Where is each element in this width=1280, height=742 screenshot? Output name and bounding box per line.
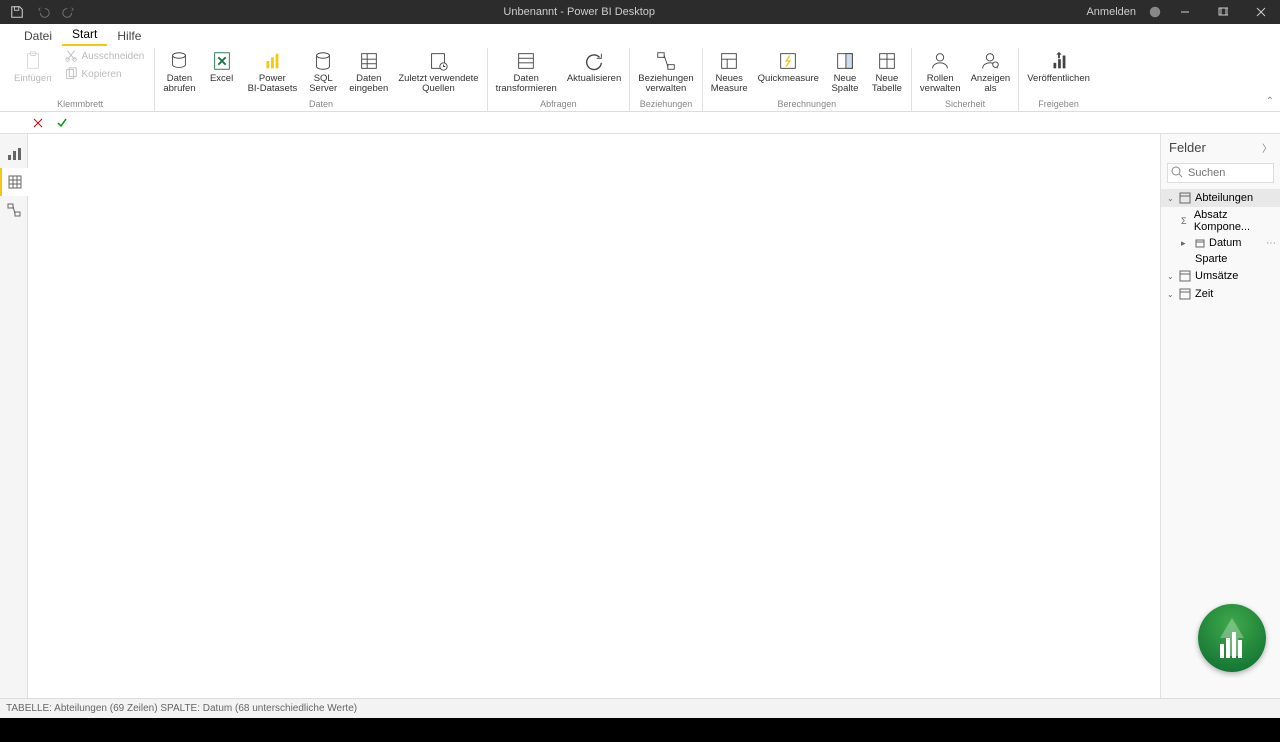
fields-title: Felder <box>1169 140 1206 155</box>
view-as-button[interactable]: Anzeigen als <box>969 48 1013 95</box>
excel-icon <box>211 50 233 72</box>
enter-data-icon <box>358 50 380 72</box>
quickmeasure-icon <box>777 50 799 72</box>
table-icon <box>1179 270 1191 282</box>
refresh-button[interactable]: Aktualisieren <box>565 48 623 84</box>
manage-relationships-button[interactable]: Beziehungen verwalten <box>636 48 695 95</box>
excel-button[interactable]: Excel <box>204 48 240 84</box>
model-view-button[interactable] <box>0 196 28 224</box>
formula-bar <box>0 112 1280 134</box>
titlebar: Unbenannt - Power BI Desktop Anmelden <box>0 0 1280 24</box>
pbi-dataset-icon <box>261 50 283 72</box>
manage-roles-button[interactable]: Rollen verwalten <box>918 48 963 95</box>
bottombar <box>0 718 1280 742</box>
pbi-datasets-button[interactable]: Power BI-Datasets <box>246 48 300 95</box>
view-as-icon <box>979 50 1001 72</box>
field-sparte[interactable]: Sparte <box>1161 251 1280 267</box>
table-icon <box>1179 192 1191 204</box>
sql-button[interactable]: SQL Server <box>305 48 341 95</box>
publish-icon <box>1048 50 1070 72</box>
field-datum[interactable]: ▸ Datum ⋯ <box>1161 235 1280 251</box>
chevron-right-icon: ▸ <box>1181 238 1191 249</box>
transform-data-button[interactable]: Daten transformieren <box>494 48 559 95</box>
refresh-icon <box>583 50 605 72</box>
new-table-button[interactable]: Neue Tabelle <box>869 48 905 95</box>
paste-button: Einfügen <box>12 48 54 84</box>
chevron-down-icon: ⌄ <box>1167 272 1175 281</box>
ribbon-group-daten: Daten abrufen Excel Power BI-Datasets SQ… <box>155 48 487 111</box>
get-data-button[interactable]: Daten abrufen <box>161 48 197 95</box>
copy-button: Kopieren <box>60 66 149 82</box>
cut-button: Ausschneiden <box>60 48 149 64</box>
ribbon-group-klemmbrett: Einfügen Ausschneiden Kopieren Klemmbret… <box>6 48 155 111</box>
cut-icon <box>64 49 78 63</box>
sigma-icon: Σ <box>1181 216 1190 226</box>
user-icon[interactable] <box>1148 5 1162 19</box>
collapse-fields-icon[interactable]: 〉 <box>1262 140 1272 155</box>
ribbon-group-beziehungen: Beziehungen verwalten Beziehungen <box>630 48 702 111</box>
get-data-icon <box>168 50 190 72</box>
enter-data-button[interactable]: Daten eingeben <box>347 48 390 95</box>
logo-badge <box>1198 604 1266 672</box>
more-icon[interactable]: ⋯ <box>1266 238 1276 249</box>
measure-icon <box>718 50 740 72</box>
publish-button[interactable]: Veröffentlichen <box>1025 48 1092 84</box>
ribbon: Einfügen Ausschneiden Kopieren Klemmbret… <box>0 46 1280 112</box>
transform-icon <box>515 50 537 72</box>
maximize-button[interactable] <box>1208 0 1238 24</box>
ribbon-group-sicherheit: Rollen verwalten Anzeigen als Sicherheit <box>912 48 1019 111</box>
roles-icon <box>929 50 951 72</box>
calendar-icon <box>1195 238 1205 248</box>
column-icon <box>834 50 856 72</box>
paste-icon <box>22 50 44 72</box>
statusbar: TABELLE: Abteilungen (69 Zeilen) SPALTE:… <box>0 698 1280 718</box>
data-canvas[interactable] <box>28 134 1160 698</box>
report-view-button[interactable] <box>0 140 28 168</box>
undo-icon[interactable] <box>36 5 50 19</box>
new-measure-button[interactable]: Neues Measure <box>709 48 750 95</box>
menu-datei[interactable]: Datei <box>14 27 62 46</box>
save-icon[interactable] <box>10 5 24 19</box>
menubar: Datei Start Hilfe <box>0 24 1280 46</box>
relationships-icon <box>655 50 677 72</box>
menu-hilfe[interactable]: Hilfe <box>107 27 151 46</box>
sql-icon <box>312 50 334 72</box>
signin-link[interactable]: Anmelden <box>1082 6 1140 18</box>
quickmeasure-button[interactable]: Quickmeasure <box>756 48 821 84</box>
redo-icon[interactable] <box>62 5 76 19</box>
window-title: Unbenannt - Power BI Desktop <box>76 6 1082 18</box>
minimize-button[interactable] <box>1170 0 1200 24</box>
table-icon <box>1179 288 1191 300</box>
table-zeit[interactable]: ⌄ Zeit <box>1161 285 1280 303</box>
copy-icon <box>64 67 78 81</box>
table-icon <box>876 50 898 72</box>
status-text: TABELLE: Abteilungen (69 Zeilen) SPALTE:… <box>6 703 357 714</box>
fields-search-input[interactable] <box>1167 163 1274 183</box>
collapse-ribbon-icon[interactable]: ⌃ <box>1266 96 1274 107</box>
chevron-down-icon: ⌄ <box>1167 290 1175 299</box>
formula-cancel-button[interactable] <box>30 115 46 131</box>
chevron-down-icon: ⌄ <box>1167 194 1175 203</box>
new-column-button[interactable]: Neue Spalte <box>827 48 863 95</box>
search-icon <box>1171 166 1183 178</box>
ribbon-group-abfragen: Daten transformieren Aktualisieren Abfra… <box>488 48 631 111</box>
recent-sources-button[interactable]: Zuletzt verwendete Quellen <box>396 48 480 95</box>
table-umsaetze[interactable]: ⌄ Umsätze <box>1161 267 1280 285</box>
fields-search[interactable] <box>1167 163 1274 183</box>
table-abteilungen[interactable]: ⌄ Abteilungen <box>1161 189 1280 207</box>
recent-icon <box>427 50 449 72</box>
ribbon-group-berechnungen: Neues Measure Quickmeasure Neue Spalte N… <box>703 48 912 111</box>
formula-input[interactable] <box>78 114 1280 132</box>
field-absatz[interactable]: Σ Absatz Kompone... <box>1161 207 1280 235</box>
data-view-button[interactable] <box>0 168 28 196</box>
close-button[interactable] <box>1246 0 1276 24</box>
menu-start[interactable]: Start <box>62 25 107 46</box>
formula-commit-button[interactable] <box>54 115 70 131</box>
view-rail <box>0 134 28 698</box>
ribbon-group-freigeben: Veröffentlichen Freigeben <box>1019 48 1098 111</box>
